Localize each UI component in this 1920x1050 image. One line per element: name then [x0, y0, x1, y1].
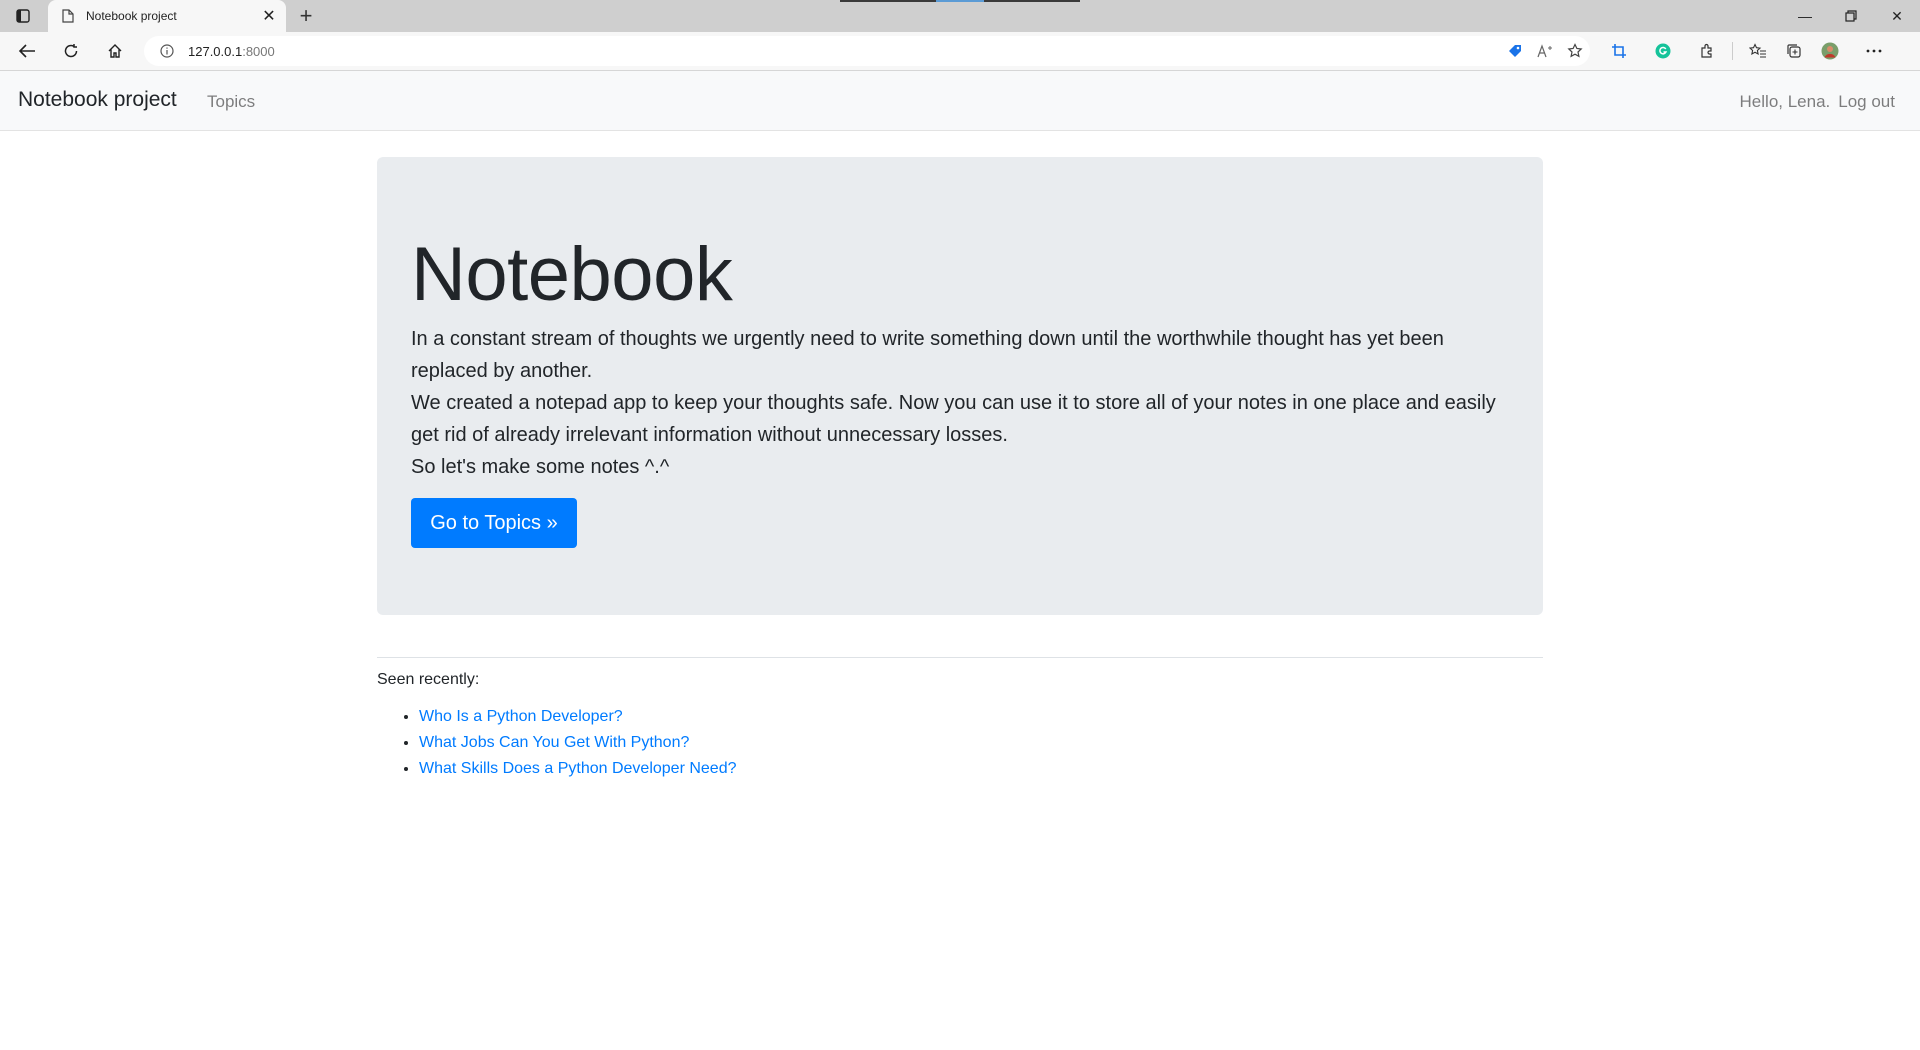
- url-text: 127.0.0.1:8000: [188, 43, 275, 59]
- browser-toolbar: 127.0.0.1:8000: [0, 32, 1920, 71]
- user-nav: Hello, Lena. Log out: [1740, 92, 1895, 112]
- loading-indicator: [840, 0, 1080, 2]
- greeting-text: Hello, Lena.: [1739, 92, 1831, 111]
- hero-description: In a constant stream of thoughts we urge…: [411, 323, 1521, 483]
- page-icon: [60, 8, 76, 24]
- hero-title: Notebook: [411, 232, 733, 317]
- recent-topics-list: Who Is a Python Developer? What Jobs Can…: [377, 704, 737, 782]
- hero-jumbotron: Notebook In a constant stream of thought…: [377, 157, 1543, 615]
- minimize-icon[interactable]: —: [1782, 0, 1828, 32]
- nav-link-topics[interactable]: Topics: [207, 92, 255, 112]
- list-item: Who Is a Python Developer?: [419, 704, 737, 730]
- restore-icon[interactable]: [1828, 0, 1874, 32]
- window-close-icon[interactable]: ✕: [1874, 0, 1920, 32]
- recent-topic-link[interactable]: What Jobs Can You Get With Python?: [419, 734, 689, 751]
- browser-tab-strip: Notebook project ✕ + — ✕: [0, 0, 1920, 32]
- toolbar-extensions: [1604, 37, 1889, 65]
- list-item: What Jobs Can You Get With Python?: [419, 730, 737, 756]
- browser-tab-active[interactable]: Notebook project ✕: [48, 0, 286, 32]
- home-icon[interactable]: [100, 37, 130, 65]
- address-bar[interactable]: 127.0.0.1:8000: [144, 36, 1590, 66]
- logout-link[interactable]: Log out: [1838, 92, 1895, 112]
- go-to-topics-button[interactable]: Go to Topics »: [411, 498, 577, 548]
- recent-topic-link[interactable]: What Skills Does a Python Developer Need…: [419, 760, 737, 777]
- profile-avatar-icon[interactable]: [1815, 37, 1845, 65]
- hero-paragraph: We created a notepad app to keep your th…: [411, 392, 1496, 446]
- close-tab-icon[interactable]: ✕: [258, 5, 280, 27]
- grammarly-icon[interactable]: [1648, 37, 1678, 65]
- tab-actions-icon[interactable]: [10, 5, 36, 27]
- favorites-icon[interactable]: [1743, 37, 1773, 65]
- recent-topic-link[interactable]: Who Is a Python Developer?: [419, 708, 623, 725]
- extensions-icon[interactable]: [1692, 37, 1722, 65]
- collections-icon[interactable]: [1779, 37, 1809, 65]
- list-item: What Skills Does a Python Developer Need…: [419, 756, 737, 782]
- toolbar-separator: [1732, 42, 1733, 60]
- read-aloud-icon[interactable]: [1530, 37, 1560, 65]
- site-info-icon[interactable]: [158, 42, 176, 60]
- section-divider: [377, 657, 1543, 658]
- hero-paragraph: In a constant stream of thoughts we urge…: [411, 328, 1444, 382]
- brand-link[interactable]: Notebook project: [18, 88, 177, 112]
- hero-paragraph: So let's make some notes ^.^: [411, 456, 670, 478]
- crop-extension-icon[interactable]: [1604, 37, 1634, 65]
- refresh-icon[interactable]: [56, 37, 86, 65]
- add-favorite-icon[interactable]: [1560, 37, 1590, 65]
- new-tab-button[interactable]: +: [294, 3, 318, 28]
- seen-recently-label: Seen recently:: [377, 671, 480, 688]
- page-content: Notebook project Topics Hello, Lena. Log…: [0, 71, 1920, 1050]
- tab-title: Notebook project: [86, 9, 177, 23]
- back-icon[interactable]: [12, 37, 42, 65]
- site-navbar: Notebook project Topics Hello, Lena. Log…: [0, 71, 1920, 131]
- coupon-tag-icon[interactable]: [1500, 37, 1530, 65]
- more-options-icon[interactable]: [1859, 37, 1889, 65]
